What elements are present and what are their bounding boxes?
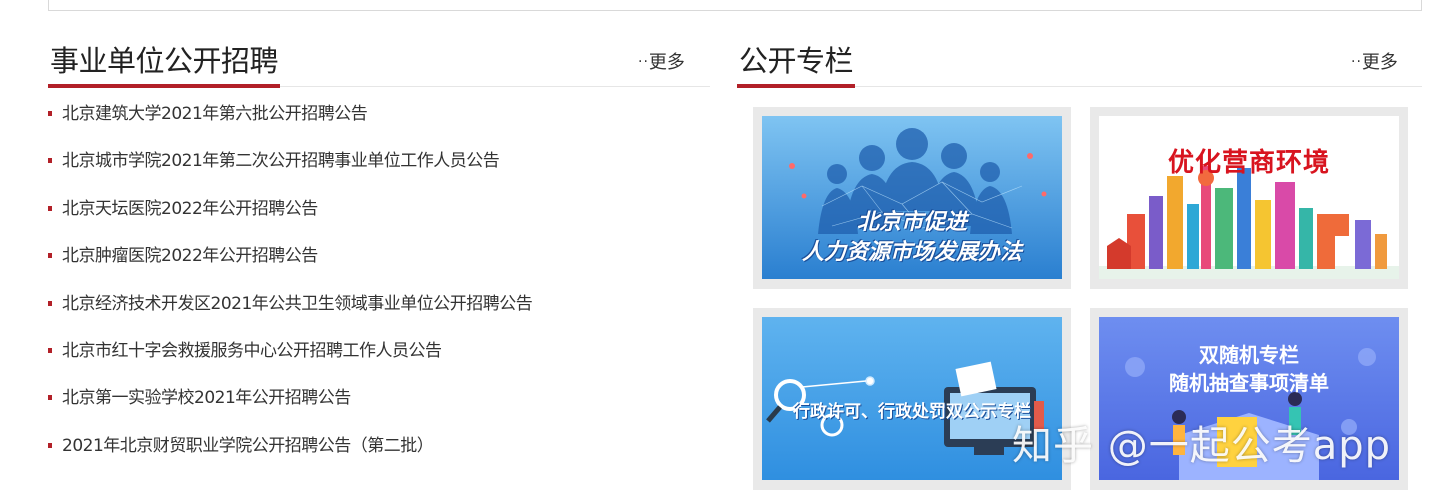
zhihu-watermark: 知乎 @一起公考app [1012, 423, 1392, 469]
more-dots-icon: ·· [638, 54, 649, 70]
recruitment-section-title: 事业单位公开招聘 [48, 42, 281, 88]
double-random-title-line2: 随机抽查事项清单 [1169, 371, 1329, 395]
hr-market-banner-image: 北京市促进 人力资源市场发展办法 [762, 116, 1062, 279]
news-link[interactable]: 北京市红十字会救援服务中心公开招聘工作人员公告 [62, 341, 442, 361]
city-skyline-illustration [1099, 116, 1399, 279]
news-link[interactable]: 北京天坛医院2022年公开招聘公告 [62, 199, 318, 219]
bullet-icon [48, 111, 52, 116]
news-link[interactable]: 北京肿瘤医院2022年公开招聘公告 [62, 246, 318, 266]
business-environment-banner[interactable]: 优化营商环境 [1090, 107, 1408, 289]
more-label: 更多 [648, 52, 685, 73]
business-environment-banner-image: 优化营商环境 [1099, 116, 1399, 279]
bullet-icon [48, 300, 52, 306]
recruitment-more-link[interactable]: ··更多 [638, 48, 685, 74]
news-link[interactable]: 北京经济技术开发区2021年公共卫生领域事业单位公开招聘公告 [62, 294, 533, 314]
public-column-more-link[interactable]: ··更多 [1351, 48, 1398, 74]
double-random-title-line1: 双随机专栏 [1199, 343, 1299, 367]
hr-market-banner[interactable]: 北京市促进 人力资源市场发展办法 [753, 107, 1071, 289]
recruitment-section-header: 事业单位公开招聘 ··更多 [48, 42, 710, 88]
bullet-icon [48, 253, 52, 259]
business-environment-title: 优化营商环境 [1167, 148, 1330, 178]
hr-market-title-line2: 人力资源市场发展办法 [801, 240, 1022, 265]
bullet-icon [48, 395, 52, 401]
bullet-icon [48, 158, 52, 164]
news-link[interactable]: 北京第一实验学校2021年公开招聘公告 [62, 388, 351, 408]
public-column-section-header: 公开专栏 ··更多 [737, 42, 1422, 88]
news-link[interactable]: 北京建筑大学2021年第六批公开招聘公告 [62, 104, 368, 124]
hr-market-title-line1: 北京市促进 [856, 210, 967, 235]
bullet-icon [48, 347, 52, 353]
top-panel-border [48, 0, 1422, 11]
news-link[interactable]: 2021年北京财贸职业学院公开招聘公告（第二批） [62, 436, 434, 456]
bullet-icon [48, 442, 52, 448]
bullet-icon [48, 205, 52, 211]
public-column-section-title: 公开专栏 [737, 42, 856, 88]
more-dots-icon: ·· [1351, 54, 1362, 70]
news-link[interactable]: 北京城市学院2021年第二次公开招聘事业单位工作人员公告 [62, 151, 500, 171]
more-label: 更多 [1361, 52, 1398, 73]
